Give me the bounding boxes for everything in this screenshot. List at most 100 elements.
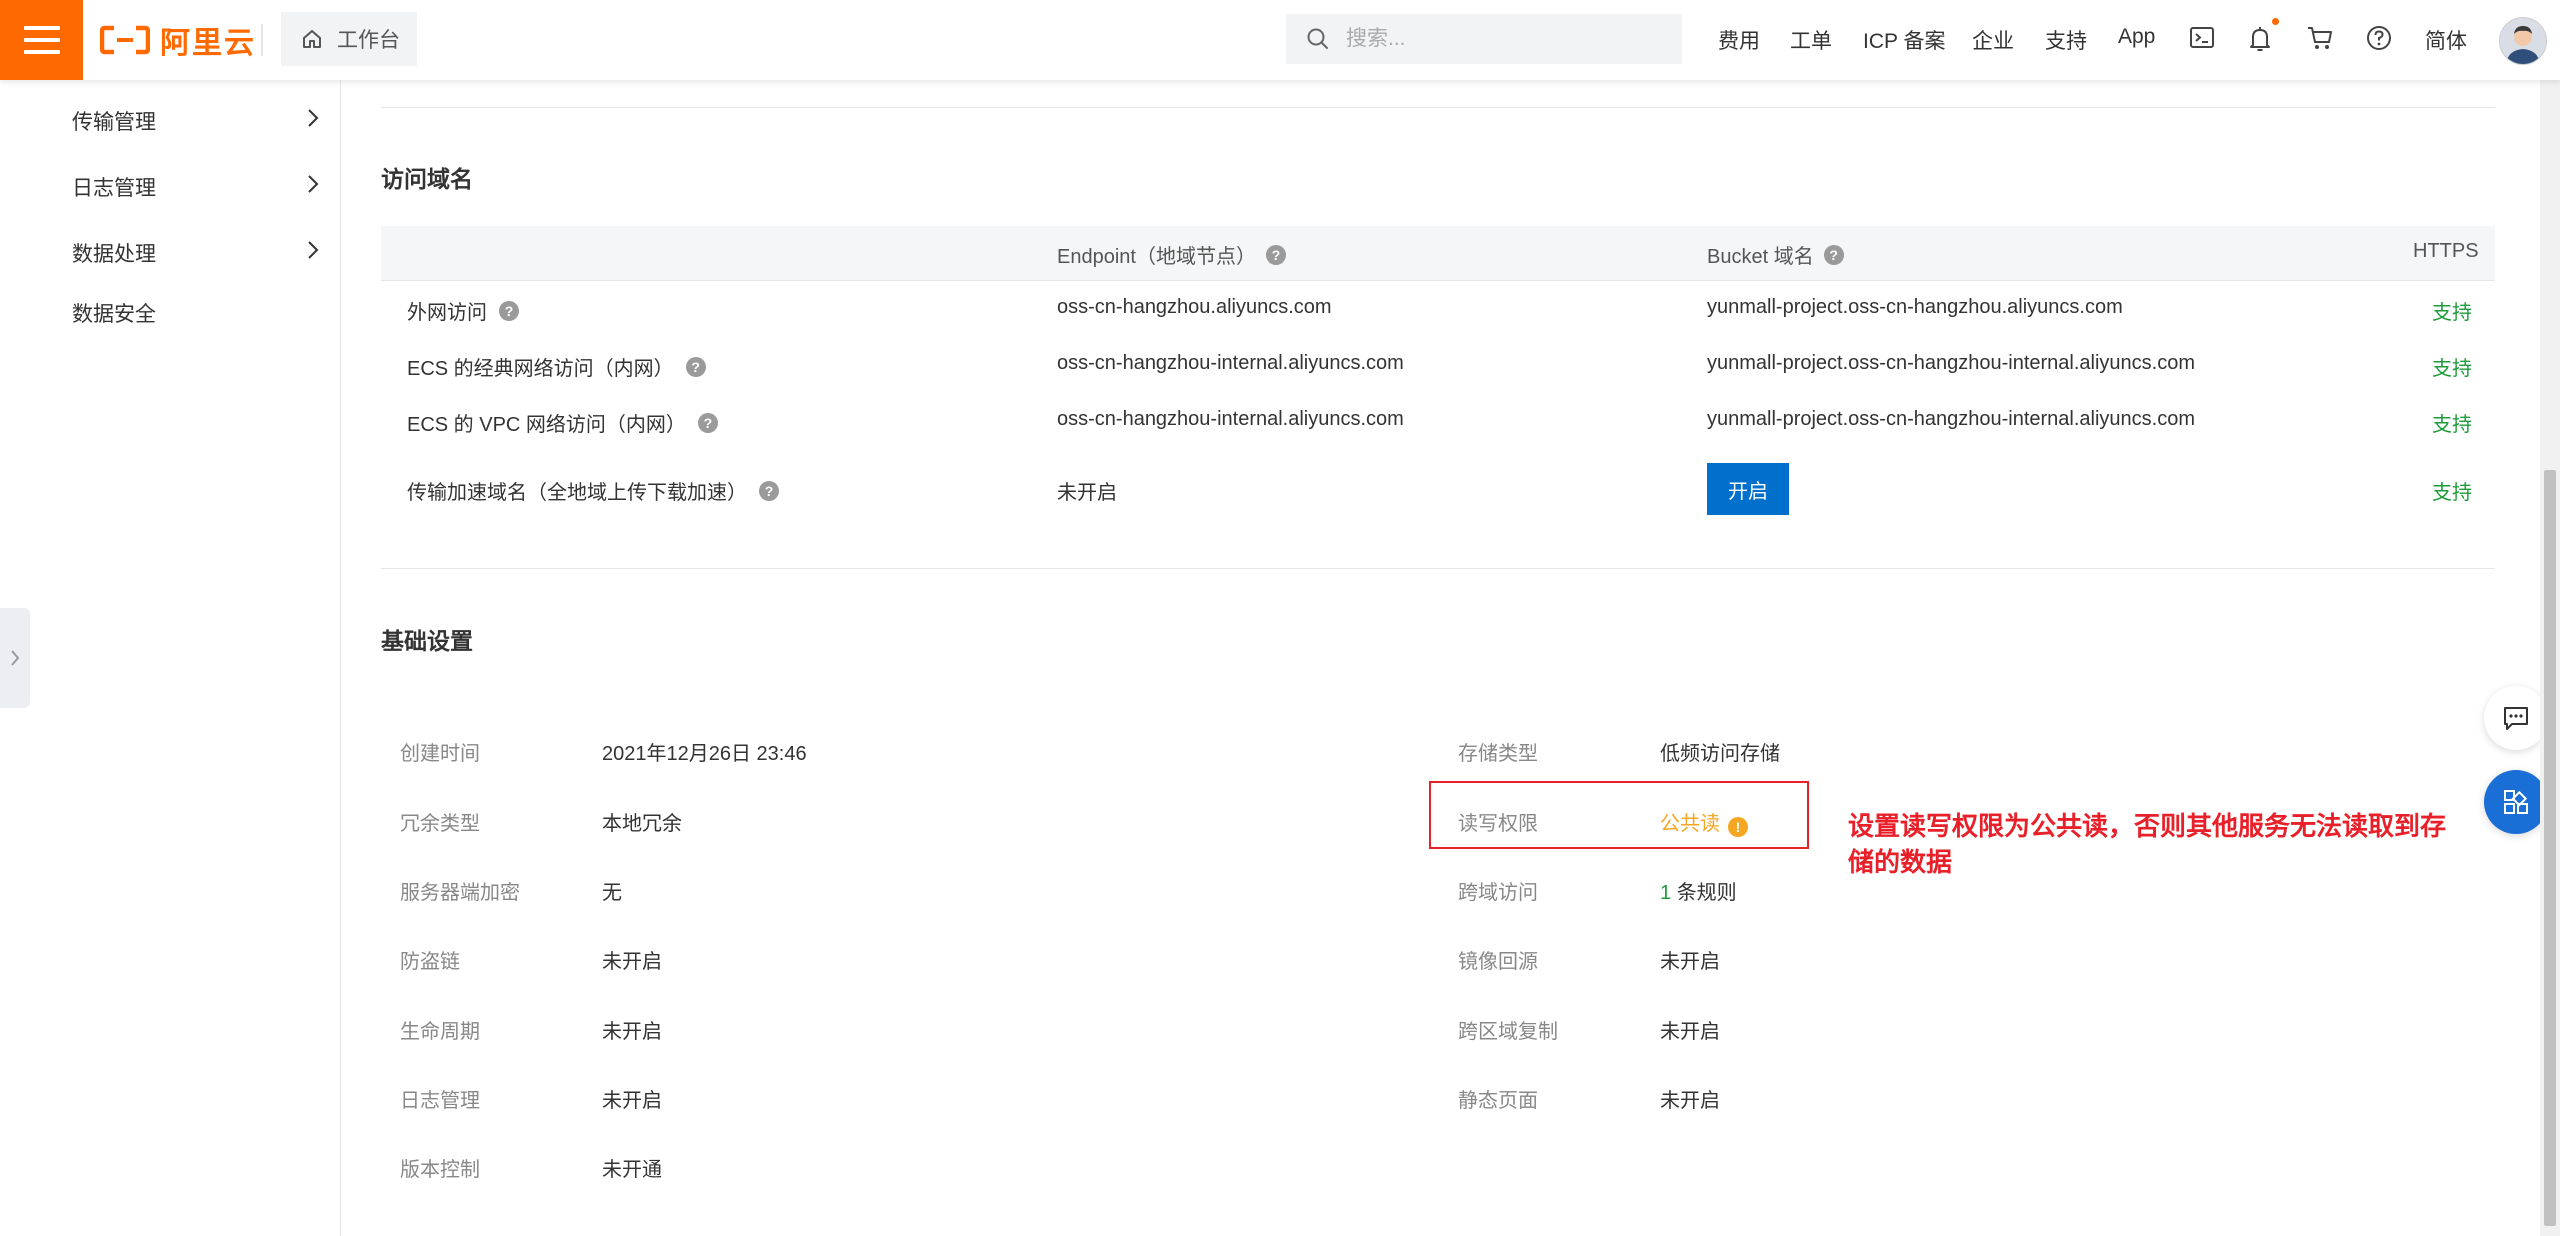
aliyun-logo[interactable]: 阿里云	[100, 18, 256, 62]
terminal-icon[interactable]	[2189, 24, 2215, 52]
home-icon	[303, 30, 321, 48]
enable-acceleration-button[interactable]: 开启	[1707, 463, 1789, 515]
sidebar-collapse-handle[interactable]	[0, 608, 30, 708]
setting-value-lifecycle: 未开启	[602, 1021, 662, 1043]
column-header-https-label: HTTPS	[2413, 240, 2479, 262]
setting-label-logging: 日志管理	[400, 1090, 480, 1112]
chevron-right-icon	[11, 650, 20, 666]
bucket-domain-classic[interactable]: yunmall-project.oss-cn-hangzhou-internal…	[1707, 352, 2195, 375]
setting-value-redundancy: 本地冗余	[602, 813, 682, 835]
section-divider	[381, 568, 2495, 569]
question-icon[interactable]: ?	[1265, 244, 1286, 265]
apps-grid-icon	[2504, 790, 2528, 814]
sidebar-item-data-processing[interactable]: 数据处理	[72, 238, 156, 268]
scrollbar-thumb[interactable]	[2544, 470, 2556, 1226]
setting-value-logging: 未开启	[602, 1090, 662, 1112]
cors-rule-text: 条规则	[1676, 882, 1737, 904]
hamburger-menu-icon[interactable]	[0, 0, 83, 80]
question-icon[interactable]: ?	[1823, 244, 1844, 265]
chevron-right-icon[interactable]	[304, 174, 322, 194]
setting-label-lifecycle: 生命周期	[400, 1021, 480, 1043]
setting-value-versioning: 未开通	[602, 1159, 662, 1181]
cart-icon[interactable]	[2306, 24, 2334, 52]
nav-tickets[interactable]: 工单	[1790, 25, 1832, 55]
setting-value-static-page: 未开启	[1660, 1090, 1720, 1112]
access-domains-title: 访问域名	[381, 166, 473, 192]
question-icon[interactable]: ?	[697, 412, 718, 433]
question-icon[interactable]: ?	[759, 480, 779, 501]
chevron-right-icon[interactable]	[304, 240, 322, 260]
bucket-domain-vpc[interactable]: yunmall-project.oss-cn-hangzhou-internal…	[1707, 408, 2195, 431]
search-icon	[1307, 28, 1328, 49]
column-header-endpoint: Endpoint（地域节点） ?	[1057, 240, 1286, 269]
setting-value-hotlink: 未开启	[602, 951, 662, 973]
cors-rule-count[interactable]: 1	[1660, 882, 1671, 904]
chat-button[interactable]	[2484, 686, 2548, 750]
logo-text: 阿里云	[160, 27, 256, 60]
row-label-vpc: ECS 的 VPC 网络访问（内网）	[407, 414, 686, 436]
endpoint-classic[interactable]: oss-cn-hangzhou-internal.aliyuncs.com	[1057, 352, 1404, 375]
setting-label-static-page: 静态页面	[1458, 1090, 1538, 1112]
sidebar-item-logs[interactable]: 日志管理	[72, 172, 156, 202]
setting-value-cors: 1 条规则	[1660, 876, 1737, 905]
bucket-domain-public[interactable]: yunmall-project.oss-cn-hangzhou.aliyuncs…	[1707, 296, 2123, 319]
aliyun-logo-icon	[100, 25, 150, 55]
https-support-acceleration: 支持	[2432, 482, 2472, 504]
column-header-https: HTTPS	[2413, 240, 2479, 263]
table-row-label: ECS 的 VPC 网络访问（内网） ?	[407, 408, 718, 437]
endpoint-vpc[interactable]: oss-cn-hangzhou-internal.aliyuncs.com	[1057, 408, 1404, 431]
chat-icon	[2504, 707, 2528, 730]
setting-value-storage-class: 低频访问存储	[1660, 743, 1780, 765]
setting-label-storage-class: 存储类型	[1458, 743, 1538, 765]
setting-label-hotlink: 防盗链	[400, 951, 460, 973]
column-header-bucket-domain: Bucket 域名 ?	[1707, 240, 1844, 269]
row-label-public: 外网访问	[407, 302, 487, 324]
annotation-highlight-box	[1429, 781, 1809, 849]
setting-value-created: 2021年12月26日 23:46	[602, 743, 807, 765]
row-label-acceleration: 传输加速域名（全地域上传下载加速）	[407, 482, 747, 504]
table-row-label: 外网访问 ?	[407, 296, 519, 325]
apps-button[interactable]	[2484, 770, 2548, 834]
setting-label-versioning: 版本控制	[400, 1159, 480, 1181]
setting-label-replication: 跨区域复制	[1458, 1021, 1558, 1043]
section-divider	[381, 107, 2495, 108]
setting-value-mirror: 未开启	[1660, 951, 1720, 973]
setting-label-created: 创建时间	[400, 743, 480, 765]
nav-app[interactable]: App	[2118, 25, 2155, 49]
row-label-classic: ECS 的经典网络访问（内网）	[407, 358, 674, 380]
setting-label-mirror: 镜像回源	[1458, 951, 1538, 973]
setting-label-cors: 跨域访问	[1458, 882, 1538, 904]
setting-value-encryption: 无	[602, 882, 622, 904]
basic-settings-title: 基础设置	[381, 628, 473, 654]
question-icon[interactable]: ?	[499, 300, 519, 321]
setting-label-redundancy: 冗余类型	[400, 813, 480, 835]
sidebar: 传输管理 日志管理 数据处理 数据安全	[0, 80, 341, 1236]
sidebar-item-transfer[interactable]: 传输管理	[72, 106, 156, 136]
column-header-bucket-label: Bucket 域名	[1707, 246, 1814, 268]
sidebar-item-data-security[interactable]: 数据安全	[72, 298, 156, 328]
workbench-label: 工作台	[337, 29, 400, 52]
https-support-vpc: 支持	[2432, 414, 2472, 436]
workbench-button[interactable]: 工作台	[281, 12, 417, 66]
bell-icon[interactable]	[2248, 24, 2272, 54]
nav-support[interactable]: 支持	[2045, 25, 2087, 55]
endpoint-acceleration: 未开启	[1057, 482, 1117, 504]
notification-dot	[2272, 18, 2279, 25]
table-row-label: 传输加速域名（全地域上传下载加速） ?	[407, 476, 779, 505]
search-input[interactable]	[1344, 26, 1668, 52]
search-box[interactable]	[1286, 14, 1682, 64]
user-avatar-icon	[2500, 18, 2546, 64]
help-icon[interactable]	[2365, 24, 2393, 52]
nav-billing[interactable]: 费用	[1718, 25, 1760, 55]
logo-divider	[261, 24, 263, 56]
top-bar: 阿里云 工作台 费用 工单 ICP 备案 企业 支持 App	[0, 0, 2560, 80]
avatar[interactable]	[2499, 17, 2547, 65]
column-header-endpoint-label: Endpoint（地域节点）	[1057, 246, 1256, 268]
language-switch[interactable]: 简体	[2425, 25, 2467, 55]
question-icon[interactable]: ?	[685, 356, 706, 377]
setting-value-replication: 未开启	[1660, 1021, 1720, 1043]
endpoint-public[interactable]: oss-cn-hangzhou.aliyuncs.com	[1057, 296, 1332, 319]
chevron-right-icon[interactable]	[304, 108, 322, 128]
nav-icp[interactable]: ICP 备案	[1863, 25, 1945, 55]
nav-enterprise[interactable]: 企业	[1972, 25, 2014, 55]
